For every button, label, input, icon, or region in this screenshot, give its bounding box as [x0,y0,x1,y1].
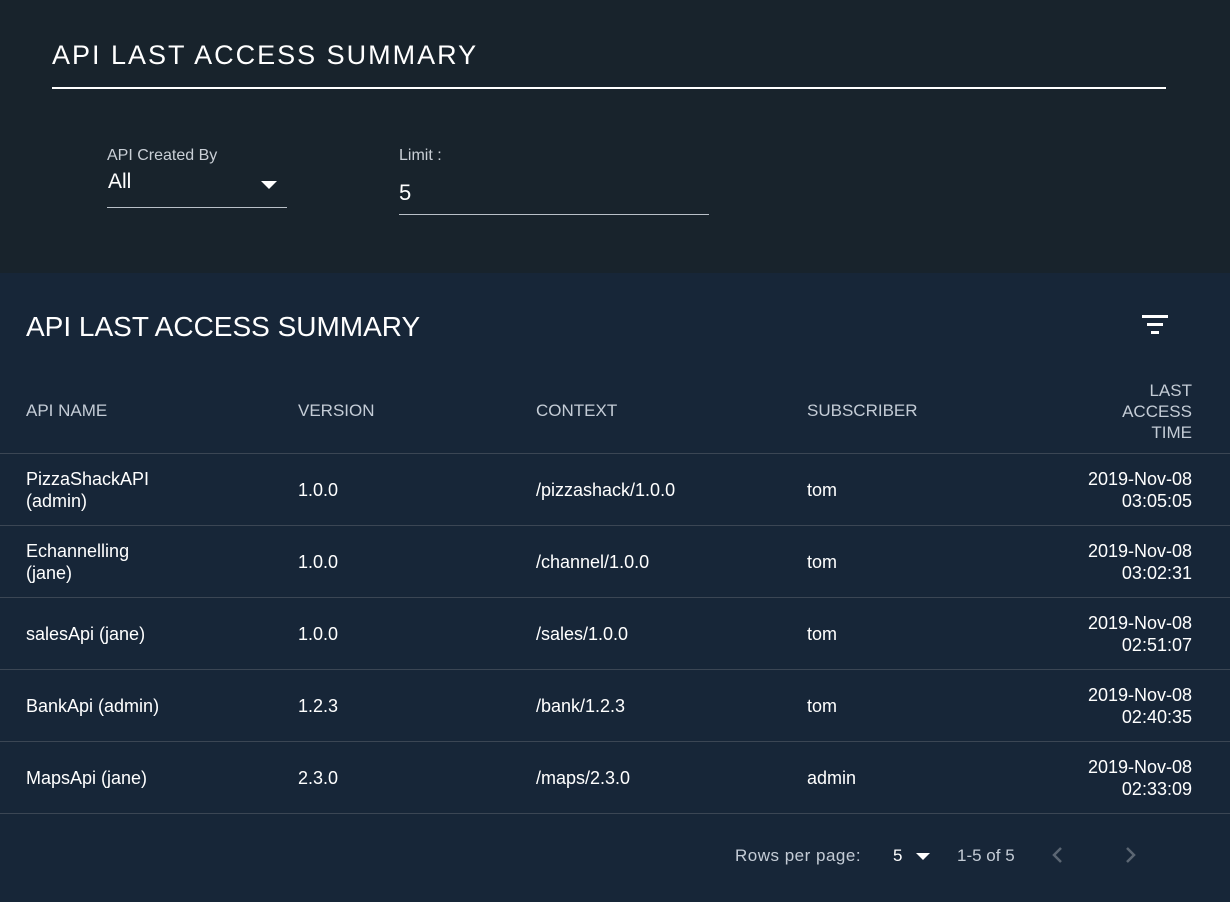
cell-api-name: MapsApi (jane) [0,741,298,814]
rows-per-page-value: 5 [893,846,903,865]
api-name-text: PizzaShackAPI (admin) [26,468,150,511]
cell-subscriber: tom [807,669,1057,742]
cell-context: /sales/1.0.0 [536,597,807,670]
summary-table: API NAME VERSION CONTEXT SUBSCRIBER LAST… [0,369,1230,814]
last-access-time-text: 2019-Nov-08 02:40:35 [1087,684,1192,727]
cell-last-access-time: 2019-Nov-08 03:02:31 [1057,525,1230,598]
chevron-right-icon[interactable] [1115,840,1145,870]
cell-api-name: Echannelling (jane) [0,525,298,598]
cell-last-access-time: 2019-Nov-08 03:05:05 [1057,453,1230,526]
cell-version: 2.3.0 [298,741,536,814]
created-by-value: All [108,170,132,193]
cell-version: 1.0.0 [298,453,536,526]
cell-last-access-time: 2019-Nov-08 02:51:07 [1057,597,1230,670]
cell-context: /bank/1.2.3 [536,669,807,742]
cell-context: /channel/1.0.0 [536,525,807,598]
last-access-time-label: LAST ACCESS TIME [1122,380,1192,442]
api-name-text: salesApi (jane) [26,623,146,644]
cell-api-name: PizzaShackAPI (admin) [0,453,298,526]
column-header-context[interactable]: CONTEXT [536,369,807,454]
table-row[interactable]: MapsApi (jane) 2.3.0/maps/2.3.0 admin 2019-… [0,741,1230,814]
api-name-text: MapsApi (jane) [26,767,148,788]
api-name-text: BankApi (admin) [26,695,160,716]
limit-input[interactable] [399,172,709,215]
title-divider [52,87,1166,89]
cell-version: 1.0.0 [298,525,536,598]
caret-down-icon [261,181,277,189]
cell-version: 1.2.3 [298,669,536,742]
table-row[interactable]: BankApi (admin) 1.2.3/bank/1.2.3 tom 2019-N… [0,669,1230,742]
cell-api-name: BankApi (admin) [0,669,298,742]
cell-api-name: salesApi (jane) [0,597,298,670]
rows-per-page-label: Rows per page: [735,846,862,865]
chevron-left-icon[interactable] [1043,840,1073,870]
rows-per-page-select[interactable]: 5 [893,844,933,868]
cell-subscriber: tom [807,453,1057,526]
table-row[interactable]: salesApi (jane) 1.0.0/sales/1.0.0 tom 2019-… [0,597,1230,670]
page-range-text: 1-5 of 5 [957,846,1015,865]
caret-down-icon [916,853,930,860]
created-by-label: API Created By [107,147,218,164]
cell-last-access-time: 2019-Nov-08 02:33:09 [1057,741,1230,814]
cell-subscriber: tom [807,597,1057,670]
api-name-text: Echannelling (jane) [26,540,130,583]
cell-version: 1.0.0 [298,597,536,670]
limit-label: Limit : [399,147,442,164]
table-row[interactable]: PizzaShackAPI (admin) 1.0.0/pizzashack/1.… [0,453,1230,526]
column-header-api-name[interactable]: API NAME [0,369,298,454]
table-row[interactable]: Echannelling (jane) 1.0.0/channel/1.0.0 to… [0,525,1230,598]
page-title: API LAST ACCESS SUMMARY [52,40,479,70]
table-pagination: Rows per page: 5 1-5 of 5 [0,814,1230,902]
last-access-time-text: 2019-Nov-08 02:51:07 [1087,612,1192,655]
last-access-time-text: 2019-Nov-08 02:33:09 [1087,756,1192,799]
cell-context: /maps/2.3.0 [536,741,807,814]
column-header-version[interactable]: VERSION [298,369,536,454]
filter-list-icon[interactable] [1140,313,1170,337]
summary-card: API LAST ACCESS SUMMARY API NAME VERSION… [0,273,1230,902]
last-access-time-text: 2019-Nov-08 03:02:31 [1087,540,1192,583]
filter-panel: API LAST ACCESS SUMMARY API Created By A… [0,0,1230,273]
cell-subscriber: admin [807,741,1057,814]
column-header-subscriber[interactable]: SUBSCRIBER [807,369,1057,454]
cell-last-access-time: 2019-Nov-08 02:40:35 [1057,669,1230,742]
cell-subscriber: tom [807,525,1057,598]
table-header-row: API NAME VERSION CONTEXT SUBSCRIBER LAST… [0,369,1230,454]
card-title: API LAST ACCESS SUMMARY [26,311,421,342]
last-access-time-text: 2019-Nov-08 03:05:05 [1087,468,1192,511]
cell-context: /pizzashack/1.0.0 [536,453,807,526]
column-header-last-access-time[interactable]: LAST ACCESS TIME [1057,369,1230,454]
created-by-select[interactable]: All [107,166,287,208]
